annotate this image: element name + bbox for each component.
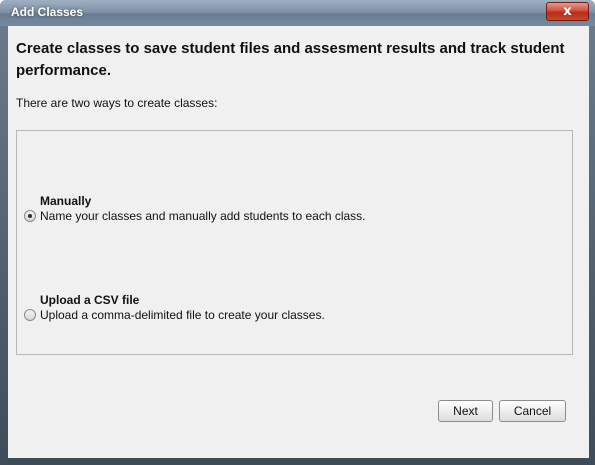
option-manually-title: Manually (40, 194, 92, 208)
cancel-button[interactable]: Cancel (499, 400, 566, 422)
instruction-text: There are two ways to create classes: (16, 96, 218, 110)
radio-upload-csv[interactable] (24, 309, 36, 321)
close-button[interactable]: x (546, 2, 589, 21)
option-upload-csv-title: Upload a CSV file (40, 293, 140, 307)
window-title: Add Classes (11, 5, 84, 19)
title-bar[interactable]: Add Classes x (0, 0, 595, 26)
option-upload-csv-description: Upload a comma-delimited file to create … (40, 308, 325, 322)
options-panel: Manually Name your classes and manually … (16, 130, 573, 355)
dialog-heading: Create classes to save student files and… (16, 40, 565, 79)
radio-manually[interactable] (24, 210, 36, 222)
next-button[interactable]: Next (438, 400, 493, 422)
option-manually-description: Name your classes and manually add stude… (40, 209, 366, 223)
